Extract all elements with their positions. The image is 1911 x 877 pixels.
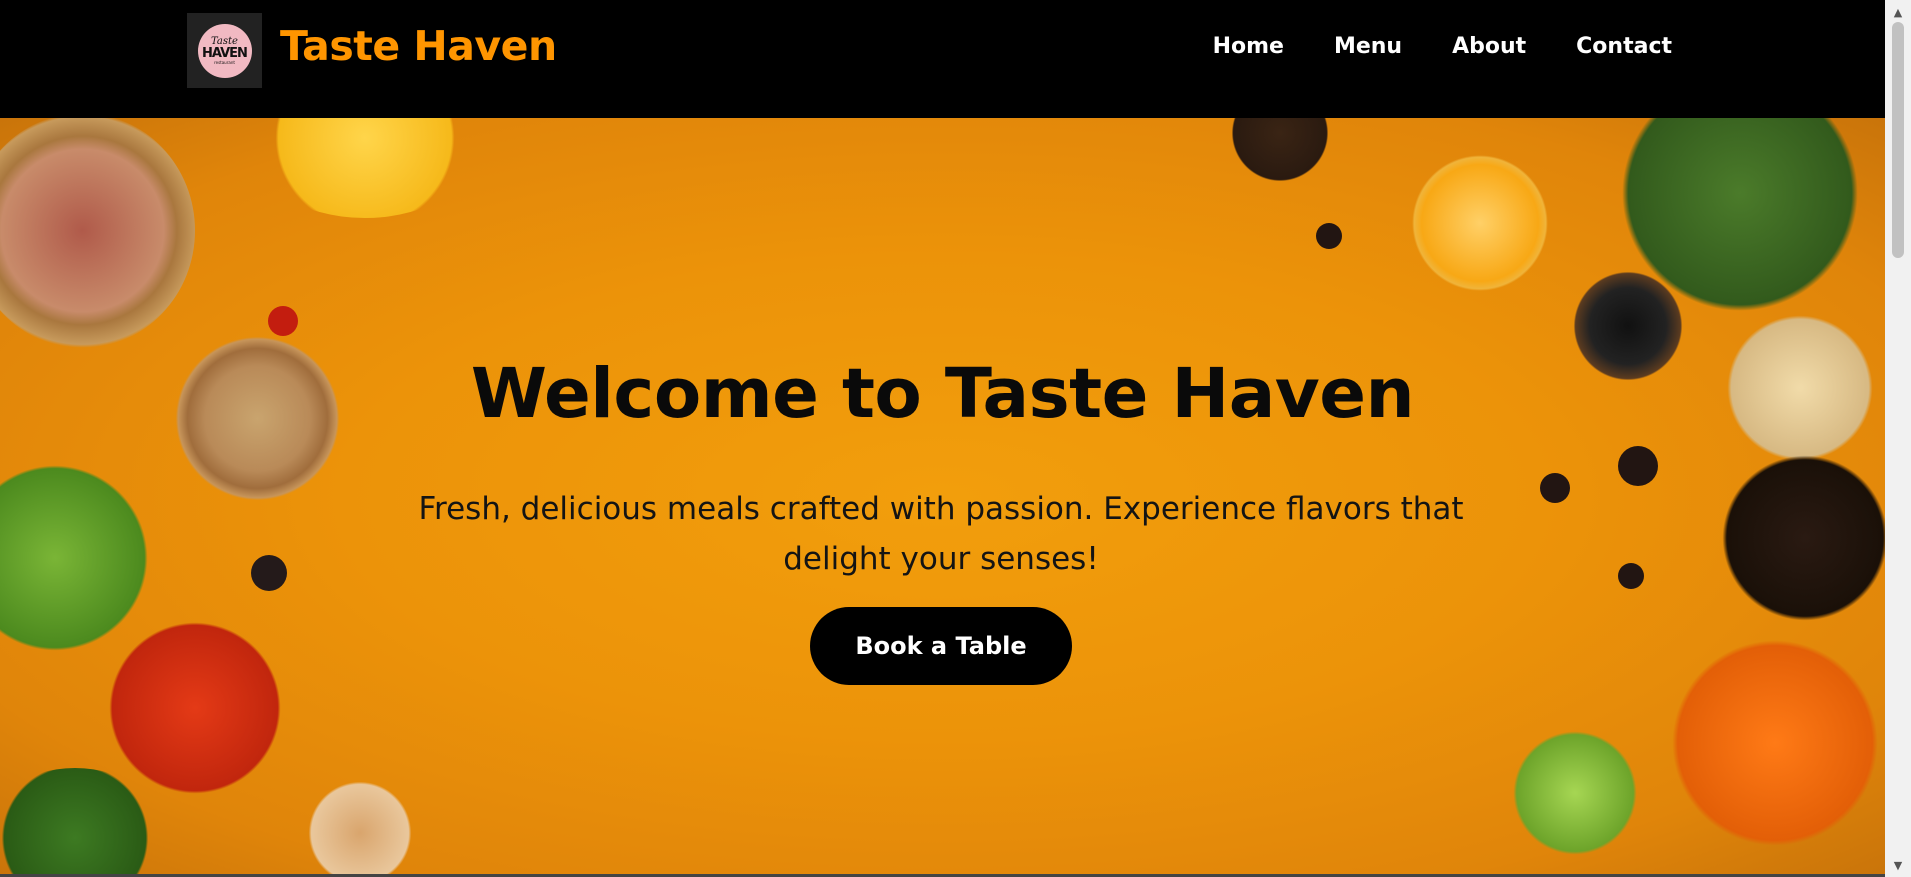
bottle-decoration	[1225, 118, 1335, 188]
book-table-button[interactable]: Book a Table	[810, 607, 1072, 685]
navbar: Taste HAVEN restaurant Taste Haven Home …	[0, 0, 1885, 118]
scrollbar-thumb[interactable]	[1892, 22, 1904, 258]
lemon-decoration	[245, 118, 485, 218]
brand-name[interactable]: Taste Haven	[280, 22, 557, 70]
nav-link-home[interactable]: Home	[1213, 34, 1284, 59]
nav-link-contact[interactable]: Contact	[1576, 34, 1672, 59]
page: Taste HAVEN restaurant Taste Haven Home …	[0, 0, 1911, 877]
logo-badge: Taste HAVEN restaurant	[197, 23, 252, 78]
olive-decoration	[1316, 223, 1342, 249]
scroll-up-arrow-icon[interactable]: ▲	[1885, 2, 1911, 22]
nav-link-menu[interactable]: Menu	[1334, 34, 1402, 59]
olive-decoration	[1540, 473, 1570, 503]
hero-title: Welcome to Taste Haven	[470, 354, 1415, 434]
nav-menu: Home Menu About Contact	[1163, 34, 1672, 59]
bowl-beans-decoration	[0, 118, 195, 348]
olive-decoration	[1618, 446, 1658, 486]
hero-section: Welcome to Taste Haven Fresh, delicious …	[0, 118, 1885, 877]
lime-decoration	[1500, 718, 1650, 868]
dark-bottle-decoration	[1695, 448, 1885, 628]
orange-half-decoration	[1405, 148, 1555, 298]
cherry-decoration	[268, 306, 298, 336]
jar-decoration	[300, 768, 420, 877]
vertical-scrollbar[interactable]: ▲ ▼	[1885, 0, 1911, 877]
hero-subtitle: Fresh, delicious meals crafted with pass…	[418, 491, 1464, 577]
logo-text-haven: HAVEN	[202, 45, 248, 61]
logo-text-small: restaurant	[214, 59, 235, 65]
olive-decoration	[1618, 563, 1644, 589]
berry-decoration	[251, 555, 287, 591]
scroll-down-arrow-icon[interactable]: ▼	[1885, 855, 1911, 875]
logo[interactable]: Taste HAVEN restaurant	[187, 13, 262, 88]
logo-text-taste: Taste	[211, 35, 238, 47]
red-pepper-decoration	[95, 613, 295, 803]
nav-link-about[interactable]: About	[1452, 34, 1526, 59]
orange-pepper-decoration	[1655, 613, 1885, 873]
